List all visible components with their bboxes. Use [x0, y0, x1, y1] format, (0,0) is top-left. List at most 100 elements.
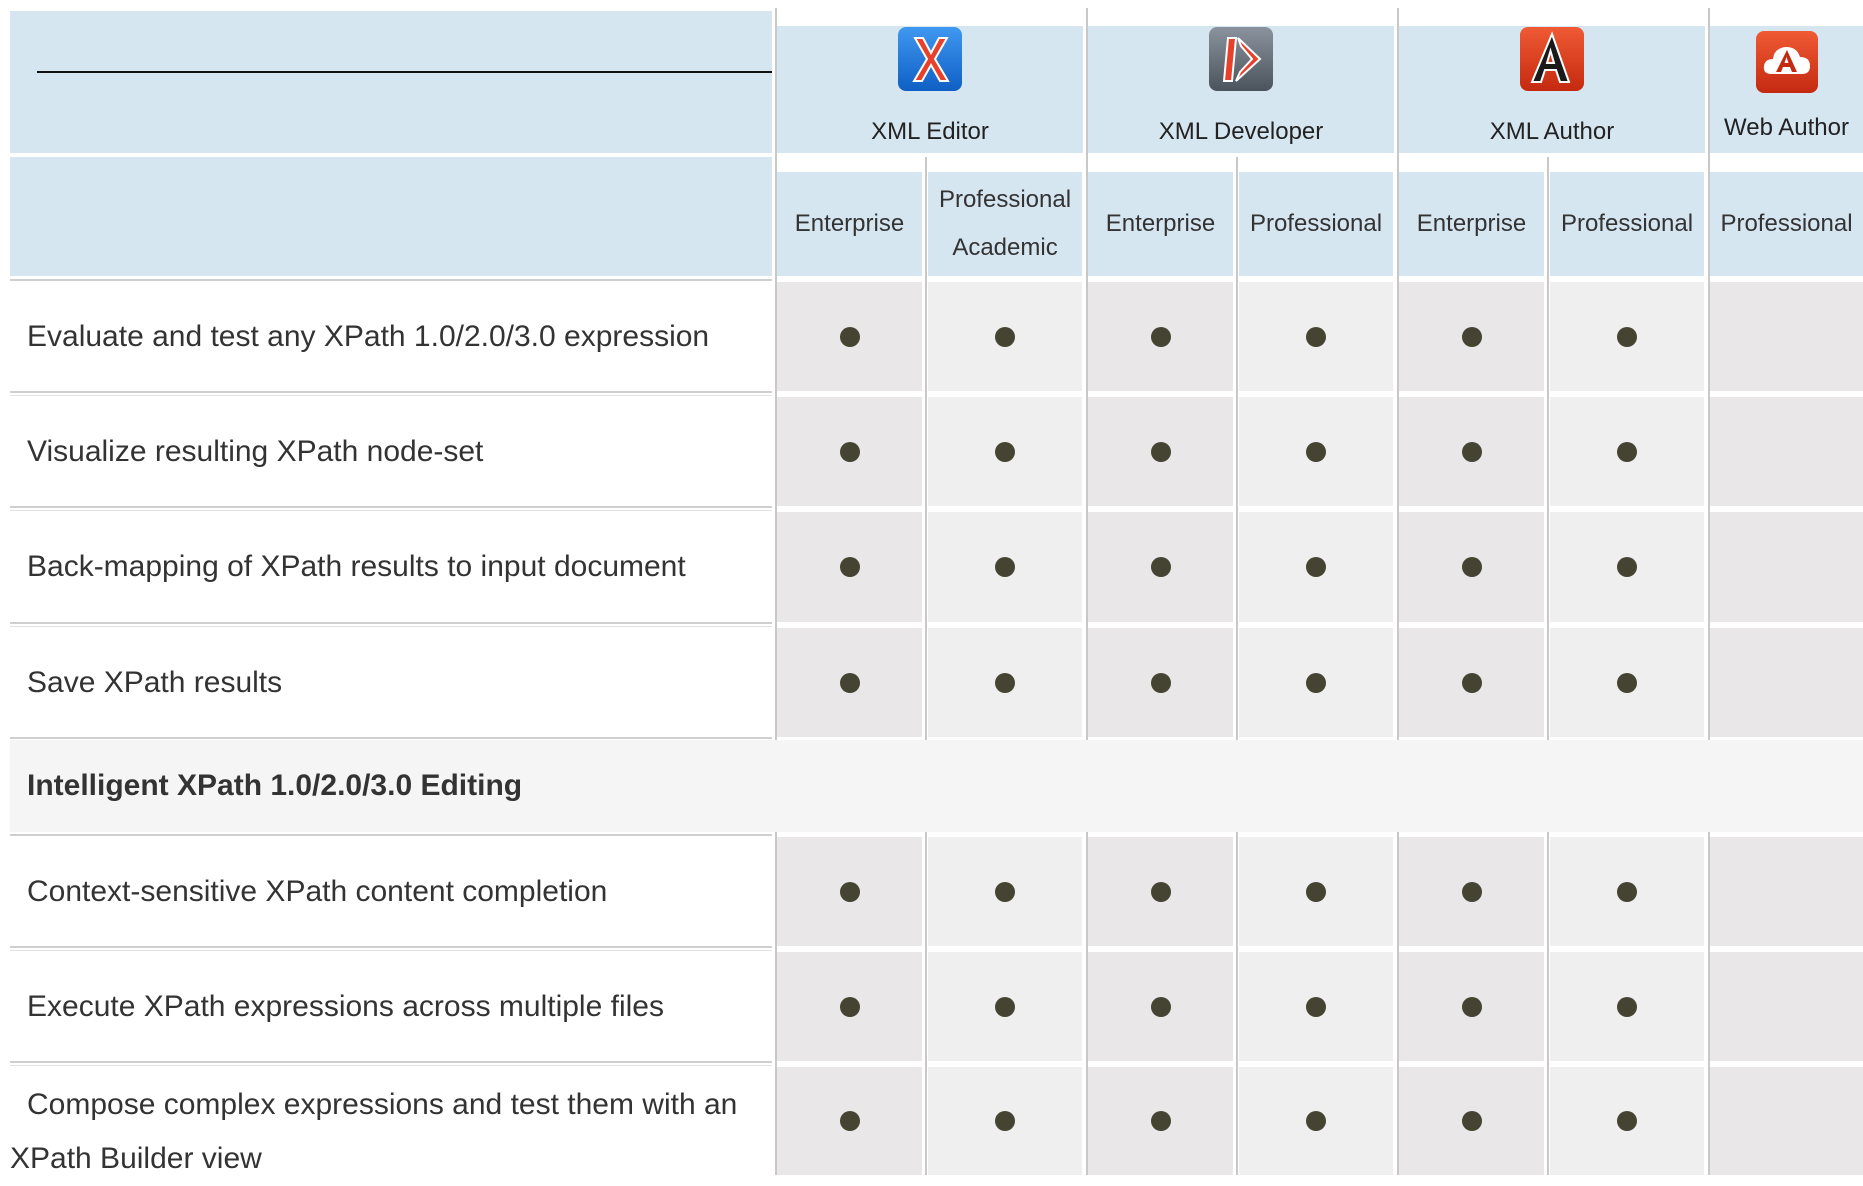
- supported-dot-icon: [1306, 881, 1326, 902]
- support-cell: [928, 1067, 1082, 1175]
- row-divider: [10, 737, 772, 739]
- edition-header: Professional: [1239, 172, 1393, 276]
- support-cell: [777, 952, 922, 1061]
- supported-dot-icon: [839, 326, 860, 347]
- product-name: Web Author: [1724, 114, 1849, 141]
- support-cell: [1399, 837, 1544, 946]
- product-name: XML Developer: [1158, 118, 1324, 145]
- support-cell: [1239, 952, 1393, 1061]
- supported-dot-icon: [1150, 672, 1171, 693]
- edition-header: Professional Academic: [928, 172, 1082, 276]
- edition-corner-cell: [10, 157, 772, 276]
- edition-header: Professional: [1550, 172, 1704, 276]
- supported-dot-icon: [1150, 441, 1171, 462]
- supported-dot-icon: [1306, 441, 1326, 462]
- supported-dot-icon: [1150, 557, 1171, 577]
- supported-dot-icon: [1617, 441, 1637, 462]
- row-divider: [10, 506, 772, 508]
- supported-dot-icon: [839, 441, 860, 462]
- product-name: XML Editor: [871, 118, 989, 145]
- support-cell: [1550, 397, 1704, 506]
- supported-dot-icon: [839, 672, 860, 693]
- supported-dot-icon: [995, 1111, 1015, 1131]
- column-divider: [1236, 157, 1238, 740]
- edition-header: Enterprise: [777, 172, 922, 276]
- supported-dot-icon: [995, 326, 1015, 347]
- feature-label-line: XPath Builder view: [10, 1142, 262, 1175]
- supported-dot-icon: [1461, 996, 1482, 1017]
- feature-label-line: Compose complex expressions and test the…: [27, 1088, 738, 1121]
- supported-dot-icon: [1617, 326, 1637, 347]
- feature-label: Evaluate and test any XPath 1.0/2.0/3.0 …: [27, 319, 710, 353]
- feature-comparison-table: XML Editor XML Developer XML Author Web …: [0, 0, 1863, 1175]
- support-cell: [777, 512, 922, 622]
- supported-dot-icon: [1306, 326, 1326, 347]
- feature-label: Execute XPath expressions across multipl…: [27, 989, 664, 1023]
- product-header-xml-editor: XML Editor: [777, 26, 1083, 153]
- support-cell: [777, 837, 922, 946]
- support-cell: [777, 1067, 922, 1175]
- edition-header: Enterprise: [1088, 172, 1233, 276]
- support-cell: [777, 282, 922, 391]
- oxygen-xml-author-icon: [1519, 26, 1585, 92]
- feature-label: Visualize resulting XPath node-set: [27, 434, 484, 468]
- supported-dot-icon: [995, 881, 1015, 902]
- row-divider: [10, 391, 772, 393]
- support-cell: [1550, 282, 1704, 391]
- supported-dot-icon: [839, 557, 860, 577]
- supported-dot-icon: [1461, 672, 1482, 693]
- support-cell: [1088, 397, 1233, 506]
- support-cell: [1399, 397, 1544, 506]
- oxygen-xml-editor-icon: [897, 26, 963, 92]
- support-cell: [1550, 628, 1704, 737]
- support-cell: [1088, 512, 1233, 622]
- column-divider: [1547, 157, 1549, 740]
- support-cell: [1239, 628, 1393, 737]
- supported-dot-icon: [1617, 557, 1637, 577]
- supported-dot-icon: [1461, 326, 1482, 347]
- supported-dot-icon: [995, 441, 1015, 462]
- support-cell: [1550, 952, 1704, 1061]
- supported-dot-icon: [839, 881, 860, 902]
- product-name: XML Author: [1489, 118, 1615, 145]
- support-cell: [1710, 1067, 1863, 1175]
- oxygen-xml-developer-icon: [1208, 26, 1274, 92]
- support-cell: [1399, 628, 1544, 737]
- supported-dot-icon: [839, 996, 860, 1017]
- supported-dot-icon: [995, 557, 1015, 577]
- support-cell: [1239, 397, 1393, 506]
- header-corner-cell: [10, 11, 772, 153]
- support-cell: [928, 512, 1082, 622]
- row-divider: [10, 279, 772, 281]
- product-header-web-author: Web Author: [1710, 26, 1863, 153]
- supported-dot-icon: [1617, 672, 1637, 693]
- row-divider: [10, 946, 772, 948]
- feature-label: Compose complex expressions and test the…: [10, 1078, 772, 1178]
- row-divider: [10, 834, 772, 836]
- support-cell: [1239, 512, 1393, 622]
- product-header-xml-author: XML Author: [1399, 26, 1705, 153]
- support-cell: [928, 628, 1082, 737]
- feature-label: Context-sensitive XPath content completi…: [27, 874, 608, 908]
- support-cell: [928, 952, 1082, 1061]
- support-cell: [1239, 1067, 1393, 1175]
- supported-dot-icon: [995, 672, 1015, 693]
- support-cell: [1088, 628, 1233, 737]
- support-cell: [1550, 837, 1704, 946]
- support-cell: [1239, 837, 1393, 946]
- support-cell: [1088, 282, 1233, 391]
- supported-dot-icon: [1306, 672, 1326, 693]
- supported-dot-icon: [1461, 881, 1482, 902]
- support-cell: [1088, 837, 1233, 946]
- product-header-xml-developer: XML Developer: [1088, 26, 1394, 153]
- row-divider: [10, 395, 772, 396]
- section-heading: Intelligent XPath 1.0/2.0/3.0 Editing: [10, 740, 1863, 832]
- support-cell: [928, 282, 1082, 391]
- supported-dot-icon: [1617, 1111, 1637, 1131]
- support-cell: [1239, 282, 1393, 391]
- column-divider: [1236, 832, 1238, 1175]
- support-cell: [1710, 628, 1863, 737]
- support-cell: [928, 397, 1082, 506]
- supported-dot-icon: [1461, 1111, 1482, 1131]
- supported-dot-icon: [1461, 441, 1482, 462]
